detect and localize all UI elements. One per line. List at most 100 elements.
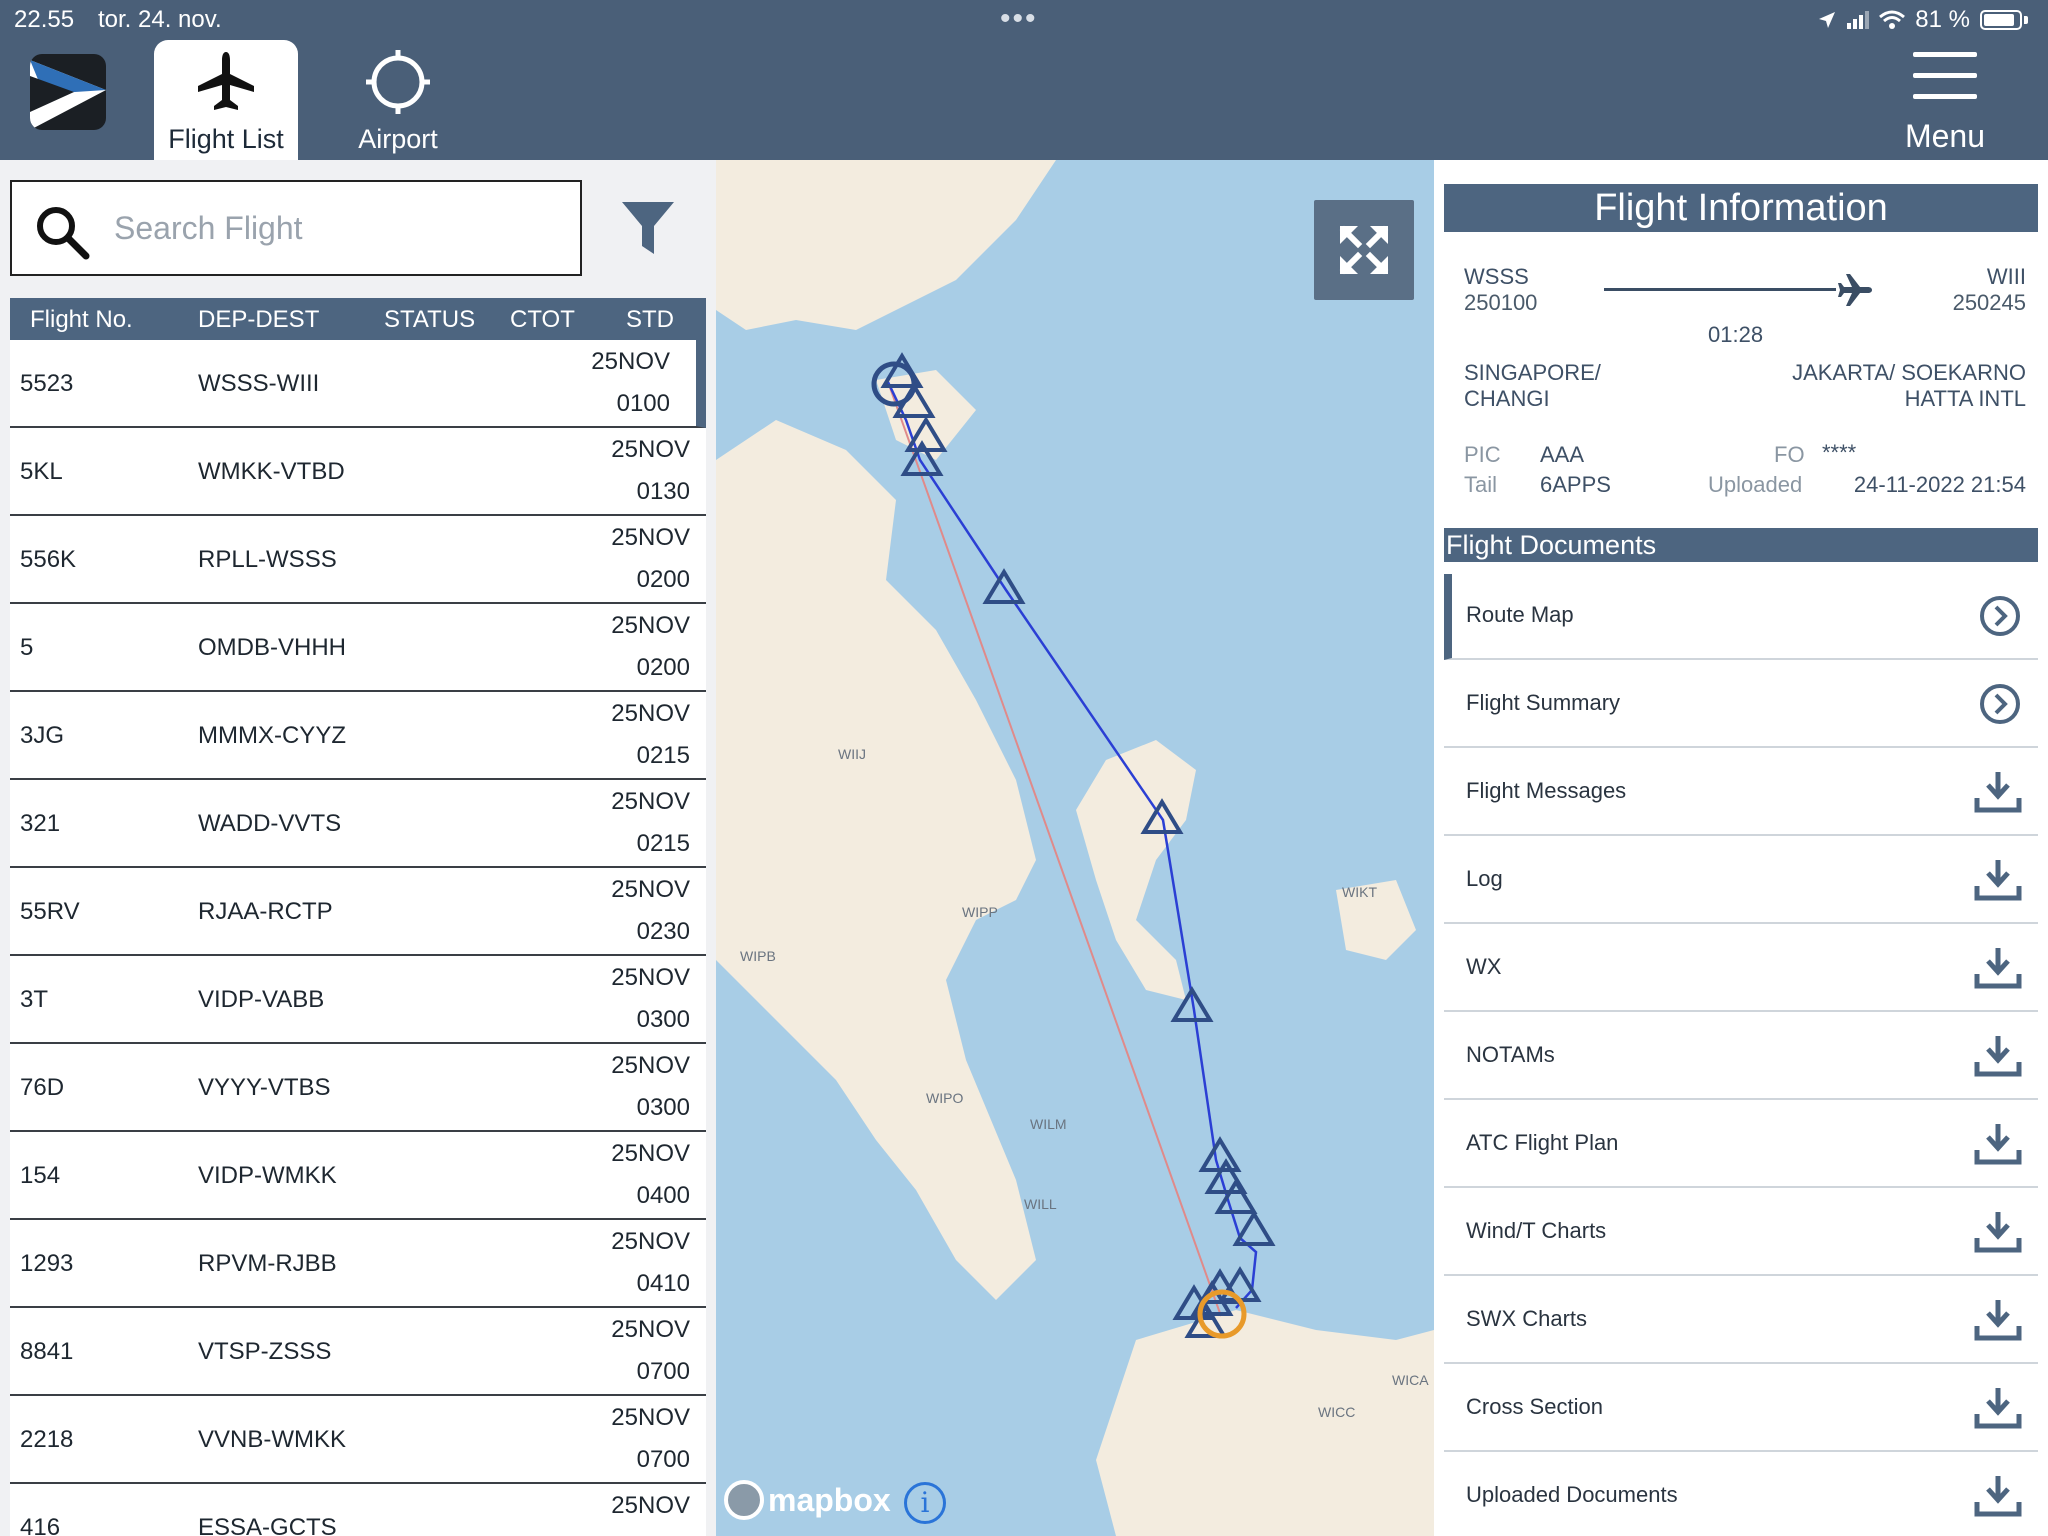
flight-route: ESSA-GCTS	[198, 1514, 337, 1536]
app-logo[interactable]	[30, 54, 106, 130]
doc-route-map[interactable]: Route Map	[1444, 574, 2038, 660]
menu-button[interactable]: Menu	[1880, 46, 2010, 156]
search-box[interactable]	[10, 180, 582, 276]
flight-table-body: 5523 WSSS-WIII 25NOV 0100 5KL WMKK-VTBD …	[10, 340, 706, 1536]
fo-value: ****	[1822, 440, 1857, 465]
dest-name-line2: HATTA INTL	[1904, 386, 2026, 411]
doc-label: Cross Section	[1466, 1394, 1603, 1419]
doc-flight-messages[interactable]: Flight Messages	[1444, 750, 2038, 836]
column-header-flight-no[interactable]: Flight No.	[30, 306, 133, 334]
flight-std-time: 0215	[636, 742, 690, 769]
flight-route: MMMX-CYYZ	[198, 722, 346, 749]
dest-time: 250245	[1952, 290, 2026, 315]
map-label: WIPB	[740, 948, 776, 964]
route-map[interactable]: WIIJ WIPP WIPB WIKT WIPO WILM WILL WICA …	[716, 160, 1434, 1536]
flight-number: 55RV	[20, 898, 80, 925]
map-label: WICA	[1392, 1372, 1429, 1388]
doc-flight-summary[interactable]: Flight Summary	[1444, 662, 2038, 748]
map-canvas	[716, 160, 1434, 1536]
flight-route: OMDB-VHHH	[198, 634, 346, 661]
table-row[interactable]: 1293 RPVM-RJBB 25NOV 0410	[10, 1220, 706, 1308]
table-row[interactable]: 5 OMDB-VHHH 25NOV 0200	[10, 604, 706, 692]
table-row[interactable]: 8841 VTSP-ZSSS 25NOV 0700	[10, 1308, 706, 1396]
doc-atc-flight-plan[interactable]: ATC Flight Plan	[1444, 1102, 2038, 1188]
download-icon	[1974, 772, 2022, 813]
search-input[interactable]	[114, 204, 554, 252]
flight-route: VVNB-WMKK	[198, 1426, 347, 1453]
table-row[interactable]: 416 ESSA-GCTS 25NOV	[10, 1484, 706, 1536]
table-row[interactable]: 556K RPLL-WSSS 25NOV 0200	[10, 516, 706, 604]
flight-std-date: 25NOV	[611, 1140, 690, 1167]
table-row[interactable]: 76D VYYY-VTBS 25NOV 0300	[10, 1044, 706, 1132]
filter-icon[interactable]	[620, 200, 676, 256]
flight-std-time: 0700	[636, 1446, 690, 1473]
pic-label: PIC	[1464, 442, 1501, 467]
fullscreen-button[interactable]	[1314, 200, 1414, 300]
flight-std-time: 0400	[636, 1182, 690, 1209]
download-icon	[1974, 1036, 2022, 1077]
download-icon	[1974, 1476, 2022, 1517]
flight-number: 5523	[20, 370, 74, 397]
doc-log[interactable]: Log	[1444, 838, 2038, 924]
flight-documents-title: Flight Documents	[1444, 528, 2038, 562]
flight-std-time: 0300	[636, 1006, 690, 1033]
tail-value: 6APPS	[1540, 472, 1611, 497]
doc-swx-charts[interactable]: SWX Charts	[1444, 1278, 2038, 1364]
column-header-ctot[interactable]: CTOT	[510, 306, 575, 334]
multitask-dots-icon[interactable]: •••	[1000, 2, 1038, 36]
table-row[interactable]: 5523 WSSS-WIII 25NOV 0100	[10, 340, 706, 428]
table-row[interactable]: 3T VIDP-VABB 25NOV 0300	[10, 956, 706, 1044]
doc-cross-section[interactable]: Cross Section	[1444, 1366, 2038, 1452]
doc-label: Log	[1466, 866, 1503, 891]
land-sumatra	[716, 420, 1036, 1300]
battery-percent: 81 %	[1915, 6, 1970, 33]
dest-name-line1: JAKARTA/ SOEKARNO	[1792, 360, 2026, 385]
dep-code: WSSS	[1464, 264, 1529, 289]
column-header-status[interactable]: STATUS	[384, 306, 475, 334]
tab-airport[interactable]: Airport	[326, 40, 470, 160]
doc-label: Flight Messages	[1466, 778, 1627, 803]
flight-number: 76D	[20, 1074, 65, 1101]
table-row[interactable]: 154 VIDP-WMKK 25NOV 0400	[10, 1132, 706, 1220]
flight-std-date: 25NOV	[611, 700, 690, 727]
flight-list-panel: Flight No. DEP-DEST STATUS CTOT STD 5523…	[0, 160, 716, 1536]
download-icon	[1974, 1388, 2022, 1429]
doc-uploaded-documents[interactable]: Uploaded Documents	[1444, 1454, 2038, 1536]
doc-notams[interactable]: NOTAMs	[1444, 1014, 2038, 1100]
flight-std-time: 0230	[636, 918, 690, 945]
table-row[interactable]: 55RV RJAA-RCTP 25NOV 0230	[10, 868, 706, 956]
flight-number: 556K	[20, 546, 77, 573]
land-java	[1096, 1310, 1434, 1536]
doc-wind-t-charts[interactable]: Wind/T Charts	[1444, 1190, 2038, 1276]
hamburger-icon	[1913, 52, 1977, 115]
map-label: WIPP	[962, 904, 998, 920]
doc-label: Wind/T Charts	[1466, 1218, 1607, 1243]
airplane-icon	[1838, 274, 1872, 306]
cellular-signal-icon	[1847, 11, 1870, 29]
location-arrow-icon	[1819, 12, 1836, 28]
table-row[interactable]: 2218 VVNB-WMKK 25NOV 0700	[10, 1396, 706, 1484]
flight-number: 5	[20, 634, 34, 661]
column-header-std[interactable]: STD	[626, 306, 674, 334]
fo-label: FO	[1774, 442, 1805, 467]
column-header-dep-dest[interactable]: DEP-DEST	[198, 306, 319, 334]
flight-number: 1293	[20, 1250, 74, 1277]
flight-number: 321	[20, 810, 61, 837]
info-icon[interactable]: i	[904, 1482, 946, 1524]
flight-std-time: 0410	[636, 1270, 690, 1297]
map-label: WIIJ	[838, 746, 866, 762]
map-label: WIKT	[1342, 884, 1377, 900]
table-row[interactable]: 5KL WMKK-VTBD 25NOV 0130	[10, 428, 706, 516]
table-row[interactable]: 321 WADD-VVTS 25NOV 0215	[10, 780, 706, 868]
doc-wx[interactable]: WX	[1444, 926, 2038, 1012]
route-line	[1604, 288, 1836, 291]
flight-std-date: 25NOV	[611, 524, 690, 551]
tab-flight-list[interactable]: Flight List	[154, 40, 298, 160]
flight-std-date: 25NOV	[611, 436, 690, 463]
flight-std-date: 25NOV	[611, 876, 690, 903]
dest-code: WIII	[1986, 264, 2026, 289]
table-row[interactable]: 3JG MMMX-CYYZ 25NOV 0215	[10, 692, 706, 780]
mapbox-logo-icon	[724, 1480, 764, 1520]
status-bar: 22.55 tor. 24. nov. ••• 81 %	[0, 0, 2048, 40]
mapbox-attribution[interactable]: mapbox	[724, 1480, 891, 1520]
